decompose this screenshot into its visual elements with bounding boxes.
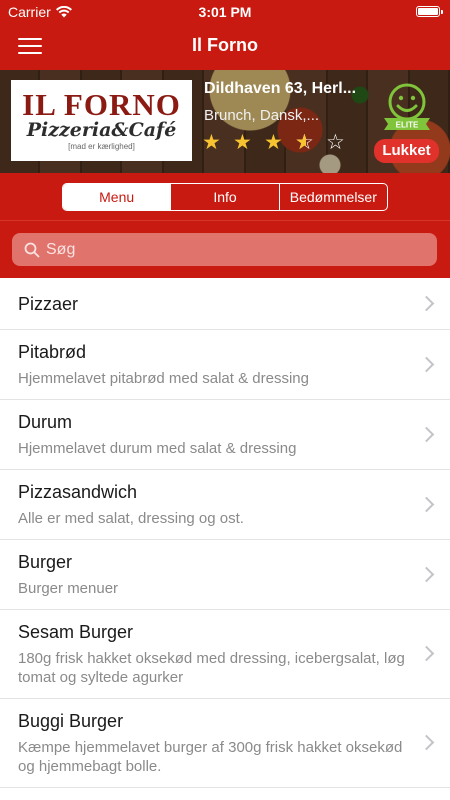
search-icon: [24, 242, 40, 258]
nav-bar: Il Forno: [0, 22, 450, 70]
restaurant-address: Dildhaven 63, Herl...: [204, 80, 357, 97]
elite-smiley-icon: ELITE: [384, 83, 430, 130]
star-filled-icon: ★: [233, 131, 252, 154]
status-badge: Lukket: [374, 139, 439, 163]
category-item-sesam-burger[interactable]: Sesam Burger 180g frisk hakket oksekød m…: [0, 610, 450, 699]
category-item-pizzaer[interactable]: Pizzaer: [0, 278, 450, 330]
page-title: Il Forno: [192, 35, 258, 55]
tab-menu[interactable]: Menu: [63, 184, 172, 210]
chevron-right-icon: [418, 566, 435, 582]
category-title: Burger: [18, 552, 73, 572]
restaurant-logo: IL FORNO Pizzeria&Café [mad er kærlighed…: [11, 80, 192, 161]
segmented-control: Menu Info Bedømmelser: [62, 183, 388, 211]
category-description: Hjemmelavet pitabrød med salat & dressin…: [18, 370, 309, 387]
chevron-right-icon: [418, 496, 435, 512]
rating-stars: ★ ★ ★ ☆ ★ ☆: [202, 132, 348, 154]
category-title: Buggi Burger: [18, 711, 124, 731]
search-field: [12, 233, 437, 266]
menu-category-list: Pizzaer Pitabrød Hjemmelavet pitabrød me…: [0, 278, 450, 788]
category-title: Pizzaer: [18, 293, 79, 314]
search-input[interactable]: [46, 233, 426, 266]
logo-main-text: IL FORNO: [22, 87, 181, 122]
category-description: 180g frisk hakket oksekød med dressing, …: [18, 650, 405, 686]
status-time: 3:01 PM: [198, 4, 252, 20]
chevron-right-icon: [418, 734, 435, 751]
star-half-icon: ☆ ★: [295, 131, 314, 154]
category-item-durum[interactable]: Durum Hjemmelavet durum med salat & dres…: [0, 400, 450, 470]
restaurant-cuisine: Brunch, Dansk,...: [204, 107, 320, 124]
category-description: Kæmpe hjemmelavet burger af 300g frisk h…: [18, 739, 403, 775]
tab-bar: Menu Info Bedømmelser: [0, 173, 450, 220]
elite-label: ELITE: [396, 121, 419, 130]
category-title: Sesam Burger: [18, 622, 134, 642]
chevron-right-icon: [418, 356, 435, 372]
chevron-right-icon: [418, 426, 435, 442]
search-bar: [0, 220, 450, 278]
category-description: Burger menuer: [18, 580, 119, 597]
category-item-pizzasandwich[interactable]: Pizzasandwich Alle er med salat, dressin…: [0, 470, 450, 540]
star-filled-icon: ★: [264, 131, 283, 154]
star-empty-icon: ☆: [326, 131, 345, 154]
status-bar: Carrier 3:01 PM: [0, 0, 450, 22]
battery-icon: [416, 6, 443, 17]
category-item-buggi-burger[interactable]: Buggi Burger Kæmpe hjemmelavet burger af…: [0, 699, 450, 788]
category-description: Alle er med salat, dressing og ost.: [18, 510, 244, 527]
tab-reviews[interactable]: Bedømmelser: [280, 184, 387, 210]
category-item-pitabrod[interactable]: Pitabrød Hjemmelavet pitabrød med salat …: [0, 330, 450, 400]
logo-sub-text: Pizzeria&Café: [26, 119, 177, 141]
star-filled-icon: ★: [202, 131, 221, 154]
category-description: Hjemmelavet durum med salat & dressing: [18, 440, 297, 457]
category-title: Durum: [18, 412, 73, 432]
chevron-right-icon: [418, 295, 435, 311]
category-title: Pizzasandwich: [18, 482, 138, 502]
chevron-right-icon: [418, 645, 435, 662]
category-title: Pitabrød: [18, 342, 87, 362]
restaurant-header: IL FORNO Pizzeria&Café [mad er kærlighed…: [0, 70, 450, 173]
tab-info[interactable]: Info: [171, 184, 280, 210]
category-item-burger[interactable]: Burger Burger menuer: [0, 540, 450, 610]
logo-tagline: [mad er kærlighed]: [68, 142, 135, 151]
